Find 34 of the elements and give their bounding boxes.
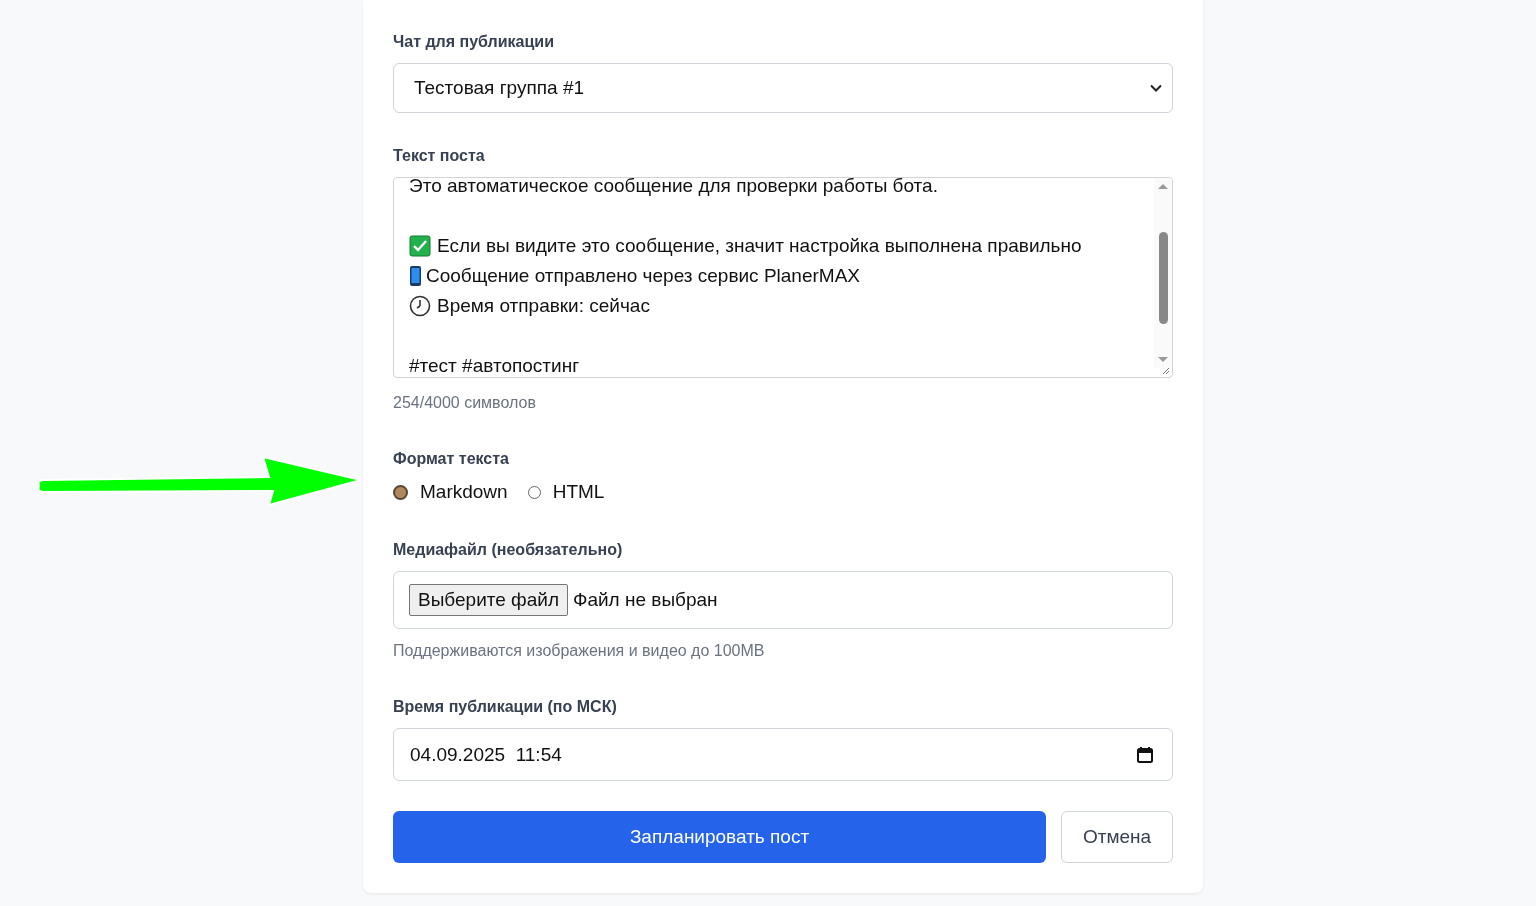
field-label: Формат текста bbox=[393, 449, 510, 469]
field-label: Медиафайл (необязательно) bbox=[393, 540, 624, 560]
schedule-button[interactable]: Запланировать пост bbox=[393, 811, 1046, 863]
scroll-down-arrow-icon[interactable] bbox=[1157, 356, 1169, 364]
check-mark-icon bbox=[409, 235, 431, 257]
field-label: Текст поста bbox=[393, 146, 486, 166]
radio-label[interactable]: Markdown bbox=[420, 481, 508, 503]
text-line: Сообщение отправлено через сервис PlanerMAX bbox=[426, 265, 860, 287]
field-label: Время публикации (по МСК) bbox=[393, 697, 618, 717]
file-input[interactable]: Выберите файл Файл не выбран bbox=[393, 571, 1173, 629]
chevron-icon bbox=[1150, 84, 1162, 92]
calendar-icon[interactable] bbox=[1136, 745, 1154, 764]
text-line: Это автоматическое сообщение для проверки работы бота. bbox=[409, 178, 938, 197]
clock-icon bbox=[409, 295, 431, 317]
scroll-up-arrow-icon[interactable] bbox=[1157, 182, 1169, 190]
post-text-field[interactable] bbox=[393, 177, 1173, 378]
datetime-field[interactable]: 04.09.2025 11:54 bbox=[393, 728, 1173, 781]
text-line: Если вы видите это сообщение, значит настройка выполнена правильно bbox=[437, 235, 1082, 257]
cancel-button[interactable]: Отмена bbox=[1061, 811, 1173, 863]
scrollbar-thumb[interactable] bbox=[1158, 232, 1168, 324]
help-text: Поддерживаются изображения и видео до 100MB bbox=[393, 641, 766, 661]
radio-label[interactable]: HTML bbox=[552, 481, 605, 503]
character-counter: 254/4000 символов bbox=[393, 393, 537, 413]
scrollbar[interactable] bbox=[1154, 178, 1172, 368]
field-label: Чат для публикации bbox=[393, 32, 555, 52]
choose-file-button[interactable]: Выберите файл bbox=[409, 584, 568, 616]
radio-button[interactable] bbox=[527, 485, 541, 499]
chat-select[interactable]: Тестовая группа #1 bbox=[393, 63, 1173, 113]
text-line: Время отправки: сейчас bbox=[437, 295, 650, 317]
text-line: #тест #автопостинг bbox=[409, 355, 580, 377]
phone-icon bbox=[409, 265, 422, 287]
resize-grip-icon[interactable] bbox=[1160, 365, 1170, 375]
radio-button[interactable] bbox=[393, 484, 408, 500]
file-status: Файл не выбран bbox=[573, 589, 718, 611]
